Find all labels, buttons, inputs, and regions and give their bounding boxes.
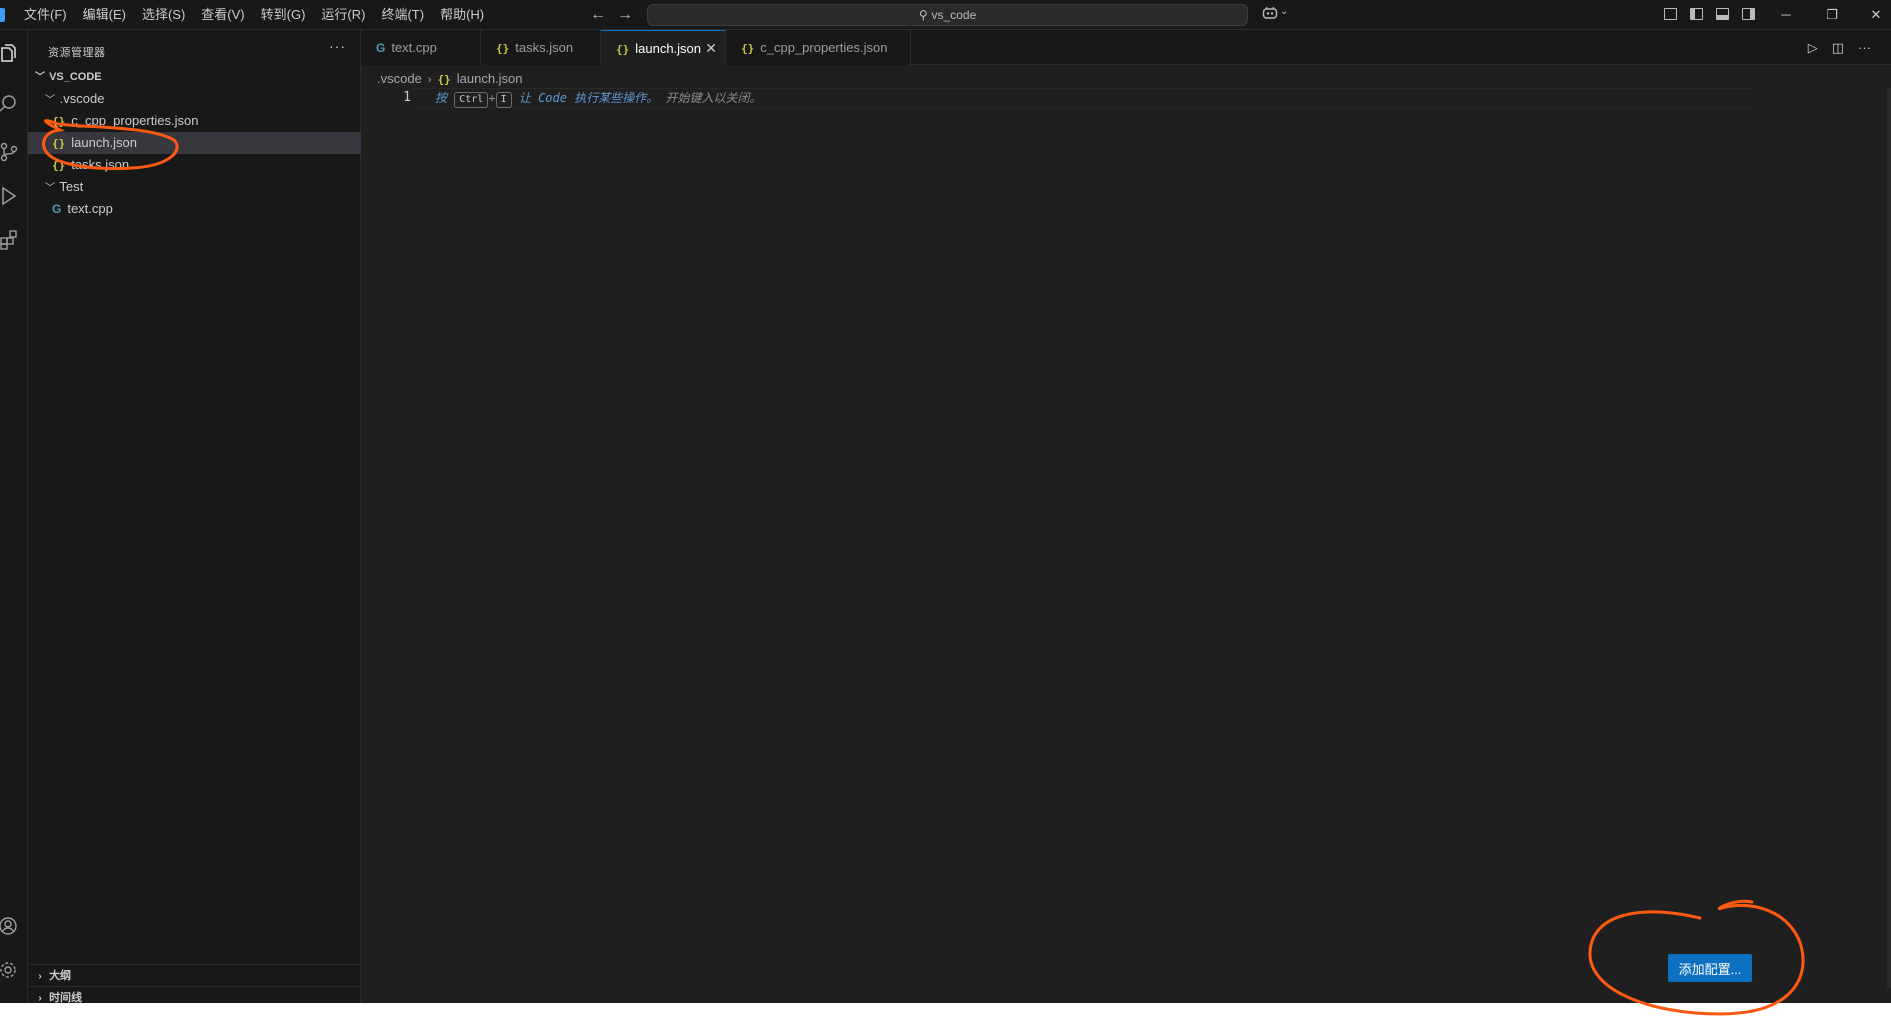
tab-launch-json[interactable]: {} launch.json ✕: [601, 30, 726, 65]
editor-area: Gtext.cpp {} tasks.json {} launch.json ✕ {…: [361, 30, 1891, 1003]
split-editor-icon[interactable]: ◫: [1832, 40, 1844, 56]
run-icon[interactable]: ▷: [1808, 40, 1818, 56]
menu-help[interactable]: 帮助(H): [432, 0, 492, 30]
menu-file[interactable]: 文件(F): [16, 0, 75, 30]
add-configuration-button[interactable]: 添加配置...: [1668, 954, 1752, 982]
chevron-down-icon: ﹀: [45, 183, 55, 194]
vscode-window: 文件(F) 编辑(E) 选择(S) 查看(V) 转到(G) 运行(R) 终端(T…: [0, 0, 1891, 1003]
menu-go[interactable]: 转到(G): [253, 0, 314, 30]
search-view-icon[interactable]: [0, 94, 18, 114]
close-window-icon[interactable]: ✕: [1856, 0, 1891, 30]
explorer-icon[interactable]: [0, 44, 18, 64]
folder-test[interactable]: ﹀ Test: [28, 176, 376, 198]
more-actions-icon[interactable]: ···: [329, 38, 346, 54]
tab-text-cpp-label: text.cpp: [391, 40, 437, 55]
close-tab-icon[interactable]: ✕: [705, 31, 717, 66]
chevron-down-icon: ﹀: [45, 95, 55, 106]
activity-bar: [0, 30, 28, 1003]
chevron-down-icon: ﹀: [35, 72, 45, 83]
editor-actions: ▷ ◫ ···: [1808, 30, 1871, 65]
json-file-icon: {}: [616, 43, 630, 56]
breadcrumb-folder[interactable]: .vscode: [377, 71, 422, 86]
hint-dismiss: 开始键入以关闭。: [665, 91, 762, 105]
workspace-name: vs_code: [931, 8, 977, 22]
chevron-right-icon: ›: [38, 993, 42, 1003]
folder-vscode[interactable]: ﹀ .vscode: [28, 88, 376, 110]
forward-arrow-icon[interactable]: →: [617, 4, 633, 26]
workspace-root[interactable]: ﹀ VS_CODE: [28, 66, 366, 88]
folder-vscode-label: .vscode: [59, 91, 105, 106]
workspace-root-label: VS_CODE: [49, 71, 102, 83]
json-file-icon: {}: [52, 137, 66, 150]
vscode-logo-icon: [0, 8, 5, 22]
run-debug-icon[interactable]: [0, 186, 18, 206]
key-ctrl: Ctrl: [454, 92, 489, 108]
chevron-right-icon: ›: [38, 971, 42, 982]
settings-gear-icon[interactable]: [0, 960, 18, 980]
outline-label: 大纲: [49, 970, 72, 982]
scrollbar[interactable]: [1887, 88, 1891, 988]
chevron-down-icon[interactable]: ⌄: [1280, 6, 1288, 17]
json-file-icon: {}: [496, 42, 510, 55]
account-icon[interactable]: [0, 916, 18, 936]
file-launch-json-label: launch.json: [71, 135, 138, 150]
toggle-primary-sidebar-icon[interactable]: [1690, 8, 1703, 20]
chevron-right-icon: ›: [427, 74, 432, 86]
json-file-icon: {}: [437, 73, 451, 86]
minimize-icon[interactable]: ─: [1766, 0, 1806, 30]
customize-layout-icon[interactable]: [1664, 8, 1677, 20]
menu-selection[interactable]: 选择(S): [134, 0, 193, 30]
json-file-icon: {}: [52, 115, 66, 128]
file-text-cpp-label: text.cpp: [67, 201, 113, 216]
outline-section[interactable]: › 大纲: [28, 964, 360, 986]
file-tasks-json[interactable]: {} tasks.json: [28, 154, 384, 176]
file-c-cpp-properties-label: c_cpp_properties.json: [71, 113, 199, 128]
breadcrumb: .vscode › {} launch.json: [377, 70, 523, 88]
explorer-sidebar: 资源管理器 ··· ﹀ VS_CODE ﹀ .vscode {} c_cpp_pr…: [28, 30, 384, 1003]
menu-edit[interactable]: 编辑(E): [75, 0, 134, 30]
tab-text-cpp[interactable]: Gtext.cpp: [361, 30, 481, 65]
tab-c-cpp-properties-label: c_cpp_properties.json: [760, 40, 888, 55]
source-control-icon[interactable]: [0, 142, 18, 162]
cpp-file-icon: G: [376, 41, 386, 55]
back-arrow-icon[interactable]: ←: [590, 4, 606, 26]
json-file-icon: {}: [741, 42, 755, 55]
tab-c-cpp-properties[interactable]: {} c_cpp_properties.json: [726, 30, 911, 65]
restore-icon[interactable]: ❐: [1812, 0, 1852, 30]
file-c-cpp-properties[interactable]: {} c_cpp_properties.json: [28, 110, 384, 132]
copilot-icon[interactable]: [1262, 6, 1278, 20]
folder-test-label: Test: [59, 179, 84, 194]
json-file-icon: {}: [52, 159, 66, 172]
editor-empty-hint[interactable]: 按 Ctrl + I 让 Code 执行某些操作。 开始键入以关闭。: [435, 88, 761, 108]
tab-tasks-json[interactable]: {} tasks.json: [481, 30, 601, 65]
key-plus: +: [488, 91, 496, 105]
extensions-icon[interactable]: [0, 230, 18, 250]
menu-view[interactable]: 查看(V): [193, 0, 252, 30]
file-launch-json[interactable]: {} launch.json: [28, 132, 384, 154]
tab-tasks-json-label: tasks.json: [515, 40, 574, 55]
menu-run[interactable]: 运行(R): [313, 0, 373, 30]
timeline-section[interactable]: › 时间线: [28, 986, 360, 1003]
more-actions-icon[interactable]: ···: [1858, 40, 1871, 55]
cpp-file-icon: G: [52, 202, 62, 216]
toggle-secondary-sidebar-icon[interactable]: [1742, 8, 1755, 20]
tab-bar: Gtext.cpp {} tasks.json {} launch.json ✕ {…: [361, 30, 1891, 65]
search-icon: ⚲: [918, 8, 928, 22]
explorer-title: 资源管理器: [48, 47, 106, 59]
file-text-cpp[interactable]: Gtext.cpp: [28, 198, 384, 220]
key-i: I: [495, 92, 512, 108]
command-center-search[interactable]: ⚲ vs_code: [647, 4, 1248, 26]
title-bar: 文件(F) 编辑(E) 选择(S) 查看(V) 转到(G) 运行(R) 终端(T…: [0, 0, 1891, 30]
timeline-label: 时间线: [49, 992, 83, 1003]
file-tasks-json-label: tasks.json: [71, 157, 130, 172]
hint-prefix: 按: [435, 91, 448, 105]
hint-code: 让 Code 执行某些操作。: [518, 91, 659, 105]
toggle-panel-icon[interactable]: [1716, 8, 1729, 20]
menu-bar: 文件(F) 编辑(E) 选择(S) 查看(V) 转到(G) 运行(R) 终端(T…: [16, 0, 492, 30]
menu-terminal[interactable]: 终端(T): [373, 0, 432, 30]
breadcrumb-file[interactable]: launch.json: [457, 71, 523, 86]
line-number: 1: [403, 90, 411, 105]
tab-launch-json-label: launch.json: [635, 41, 702, 56]
